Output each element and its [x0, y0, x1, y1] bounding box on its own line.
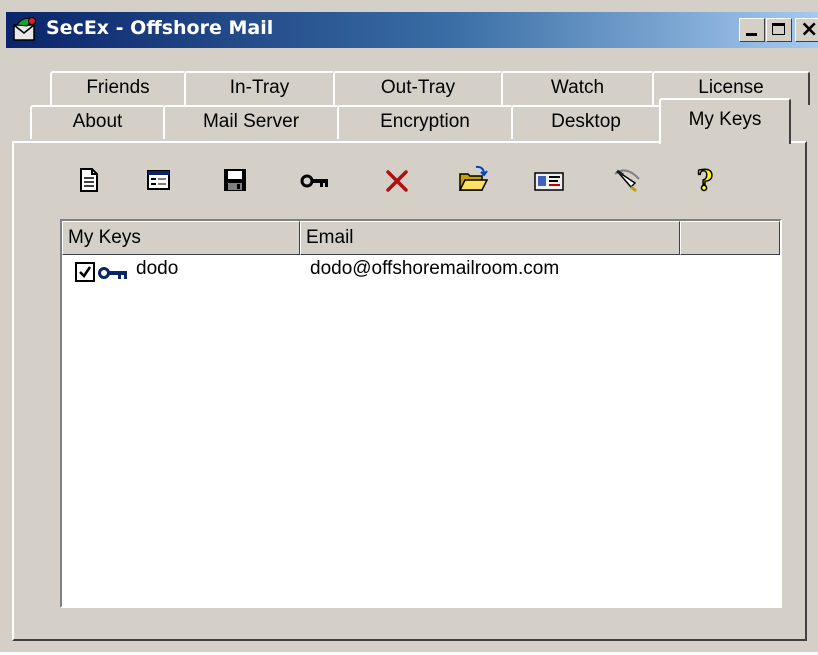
checkmark-icon: [79, 266, 92, 278]
app-window: SecEx - Offshore Mail × Friends In-Tray …: [0, 0, 818, 652]
key-icon: [98, 267, 127, 279]
card-icon[interactable]: [532, 163, 566, 197]
minimize-icon: [746, 33, 757, 36]
open-folder-icon[interactable]: [456, 163, 490, 197]
delete-icon[interactable]: [380, 163, 414, 197]
maximize-button[interactable]: [766, 18, 792, 42]
tab-about[interactable]: About: [30, 105, 165, 139]
close-icon: ×: [800, 17, 818, 42]
window-title: SecEx - Offshore Mail: [46, 17, 274, 39]
list-item[interactable]: dodo dodo@offshoremailroom.com: [62, 255, 780, 287]
tab-in-tray[interactable]: In-Tray: [184, 71, 335, 105]
column-header-my-keys[interactable]: My Keys: [62, 221, 300, 255]
minimize-button[interactable]: [739, 18, 765, 42]
maximize-icon: [772, 23, 785, 35]
close-button[interactable]: ×: [795, 17, 818, 42]
list-header: My Keys Email: [62, 221, 780, 255]
title-bar[interactable]: SecEx - Offshore Mail ×: [6, 12, 818, 48]
properties-icon[interactable]: [141, 163, 175, 197]
signature-pen-icon[interactable]: [609, 163, 643, 197]
key-checkbox[interactable]: [75, 262, 95, 282]
help-glyph: ?: [697, 164, 713, 197]
key-icon[interactable]: [298, 163, 332, 197]
tab-mail-server[interactable]: Mail Server: [163, 105, 339, 139]
key-name: dodo: [136, 258, 179, 279]
tab-out-tray[interactable]: Out-Tray: [333, 71, 503, 105]
column-header-blank[interactable]: [680, 221, 780, 255]
save-icon[interactable]: [218, 163, 252, 197]
column-header-email[interactable]: Email: [300, 221, 680, 255]
new-document-icon[interactable]: [71, 163, 105, 197]
tab-encryption[interactable]: Encryption: [337, 105, 513, 139]
tab-watch[interactable]: Watch: [501, 71, 654, 105]
tab-friends[interactable]: Friends: [50, 71, 186, 105]
key-email: dodo@offshoremailroom.com: [310, 258, 560, 279]
tab-desktop[interactable]: Desktop: [511, 105, 661, 139]
keys-list[interactable]: My Keys Email dodo dodo@offshoremailroom…: [60, 219, 782, 608]
app-logo-icon: [13, 17, 36, 41]
help-icon[interactable]: ?: [688, 163, 722, 197]
tab-my-keys[interactable]: My Keys: [659, 98, 791, 144]
